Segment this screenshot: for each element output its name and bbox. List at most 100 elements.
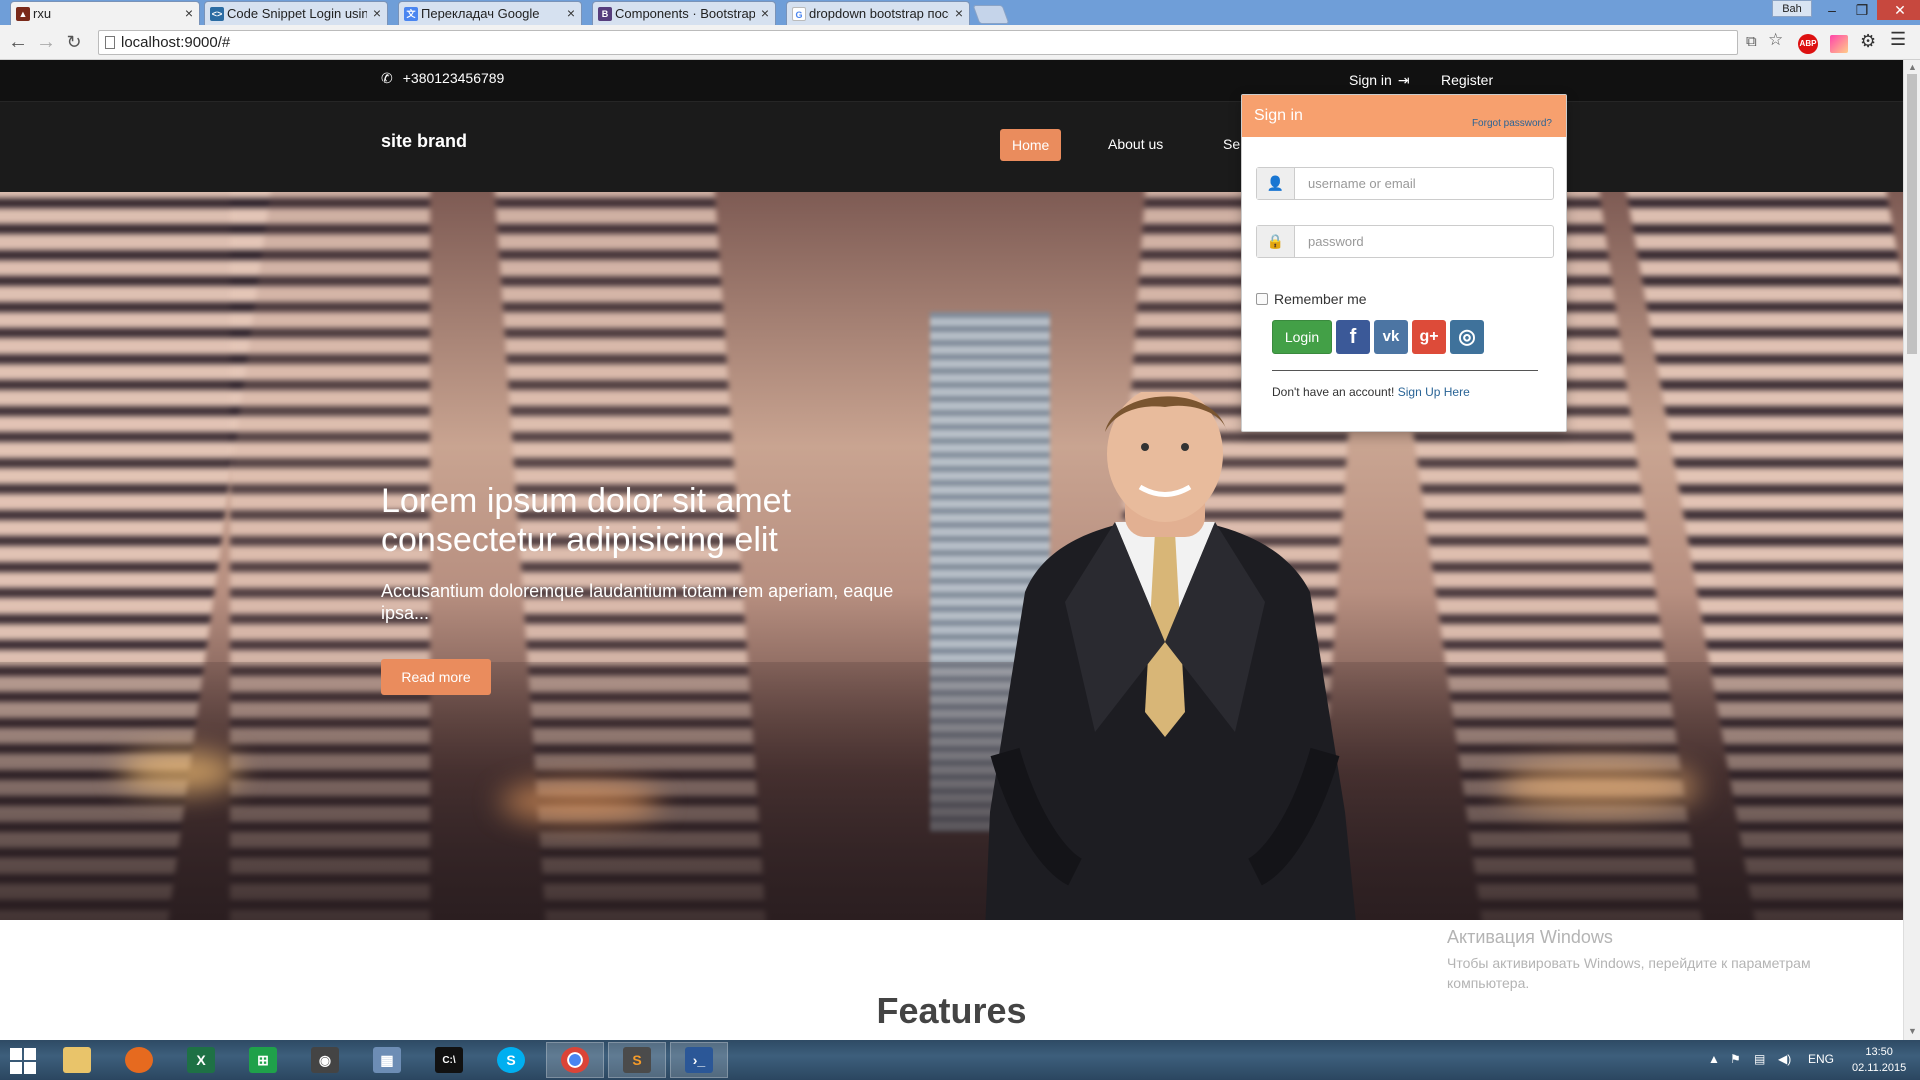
- tab-strip: ▲ rxu × <> Code Snippet Login using × 文 …: [0, 0, 1920, 25]
- tab-code-snippet[interactable]: <> Code Snippet Login using ×: [204, 1, 388, 25]
- signin-label: Sign in: [1349, 72, 1392, 88]
- top-contact-bar: ✆ +380123456789 Sign in ⇥ Register: [0, 60, 1903, 101]
- signin-dropdown-header: Sign in Forgot password?: [1242, 95, 1566, 137]
- scroll-up-icon[interactable]: ▲: [1908, 62, 1917, 72]
- username-input-group: 👤: [1256, 167, 1554, 200]
- tab-bootstrap[interactable]: B Components · Bootstrap ×: [592, 1, 776, 25]
- user-icon: 👤: [1257, 168, 1295, 199]
- close-tab-icon[interactable]: ×: [761, 2, 769, 25]
- scrollbar-thumb[interactable]: [1907, 74, 1917, 354]
- forward-arrow-icon[interactable]: →: [34, 30, 58, 54]
- network-icon[interactable]: ▤: [1754, 1052, 1765, 1066]
- tray-expand-icon[interactable]: ▲: [1708, 1052, 1720, 1066]
- tab-google-translate[interactable]: 文 Перекладач Google ×: [398, 1, 582, 25]
- remember-me[interactable]: Remember me: [1256, 291, 1367, 307]
- flag-icon[interactable]: ⚑: [1730, 1052, 1741, 1066]
- gear-icon[interactable]: ⚙: [1860, 31, 1876, 52]
- hero-subtitle: Accusantium doloremque laudantium totam …: [381, 581, 894, 623]
- address-url[interactable]: localhost:9000/#: [121, 31, 230, 55]
- phone-number: +380123456789: [402, 70, 505, 86]
- bookmark-star-icon[interactable]: ☆: [1768, 30, 1783, 50]
- chrome-icon[interactable]: [546, 1042, 604, 1078]
- light-glow: [500, 782, 660, 822]
- close-window-icon[interactable]: ✕: [1877, 0, 1920, 20]
- tab-title: Перекладач Google: [421, 6, 540, 21]
- register-link[interactable]: Register: [1441, 72, 1493, 88]
- excel-icon[interactable]: X: [172, 1042, 230, 1078]
- google-plus-icon[interactable]: g+: [1412, 320, 1446, 354]
- remember-me-label: Remember me: [1274, 291, 1367, 307]
- vk-icon[interactable]: vk: [1374, 320, 1408, 354]
- sublime-text-icon[interactable]: S: [608, 1042, 666, 1078]
- signin-dropdown: Sign in Forgot password? 👤 🔒 Remember me…: [1241, 94, 1567, 432]
- extension-icon[interactable]: [1830, 35, 1848, 53]
- signin-dropdown-title: Sign in: [1254, 107, 1303, 124]
- signup-link[interactable]: Sign Up Here: [1398, 385, 1470, 399]
- light-glow: [120, 752, 240, 792]
- store-icon[interactable]: ⊞: [234, 1042, 292, 1078]
- back-arrow-icon[interactable]: ←: [6, 30, 30, 54]
- clock-time: 13:50: [1865, 1046, 1893, 1058]
- reload-icon[interactable]: ↻: [62, 30, 86, 54]
- nav-home[interactable]: Home: [1000, 129, 1062, 161]
- adblock-icon[interactable]: ABP: [1798, 34, 1818, 54]
- forgot-password-link[interactable]: Forgot password?: [1472, 118, 1552, 129]
- page-scrollbar[interactable]: ▲ ▼: [1903, 60, 1920, 1040]
- camera-icon[interactable]: ◉: [296, 1042, 354, 1078]
- password-input[interactable]: [1296, 226, 1551, 257]
- file-explorer-icon[interactable]: [48, 1042, 106, 1078]
- tab-title: Components · Bootstrap: [615, 6, 755, 21]
- new-tab-button[interactable]: [972, 5, 1010, 24]
- google-translate-favicon: 文: [404, 7, 418, 21]
- restore-icon[interactable]: ❐: [1847, 0, 1877, 20]
- volume-icon[interactable]: ◀): [1778, 1052, 1791, 1066]
- translate-icon[interactable]: ⧉: [1746, 33, 1757, 50]
- read-more-button[interactable]: Read more: [381, 659, 491, 695]
- phone-contact: ✆ +380123456789: [381, 70, 504, 87]
- close-tab-icon[interactable]: ×: [955, 2, 963, 25]
- windows-activation-text: Чтобы активировать Windows, перейдите к …: [1447, 955, 1811, 991]
- tab-rxu[interactable]: ▲ rxu ×: [10, 1, 200, 25]
- skype-icon[interactable]: S: [482, 1042, 540, 1078]
- address-bar[interactable]: localhost:9000/#: [98, 30, 1738, 55]
- phone-icon: ✆: [381, 70, 393, 86]
- lock-icon: 🔒: [1257, 226, 1295, 257]
- site-brand[interactable]: site brand: [381, 131, 467, 152]
- minimize-icon[interactable]: –: [1817, 0, 1847, 20]
- login-button[interactable]: Login: [1272, 320, 1332, 354]
- code-snippet-favicon: <>: [210, 7, 224, 21]
- features-heading: Features: [876, 990, 1027, 1031]
- close-tab-icon[interactable]: ×: [567, 2, 575, 25]
- page-viewport: ✆ +380123456789 Sign in ⇥ Register site br…: [0, 60, 1903, 1040]
- no-account-label: Don't have an account!: [1272, 385, 1395, 399]
- windows-start-icon[interactable]: [10, 1048, 36, 1074]
- signin-icon: ⇥: [1397, 72, 1410, 88]
- rxu-favicon: ▲: [16, 7, 30, 21]
- close-tab-icon[interactable]: ×: [373, 2, 381, 25]
- clock[interactable]: 13:50 02.11.2015: [1852, 1044, 1906, 1076]
- scroll-down-icon[interactable]: ▼: [1908, 1026, 1917, 1036]
- hero-title: Lorem ipsum dolor sit amet consectetur a…: [381, 482, 792, 559]
- nav-about-us[interactable]: About us: [1108, 136, 1163, 152]
- language-indicator[interactable]: ENG: [1808, 1052, 1834, 1066]
- calculator-icon[interactable]: ▦: [358, 1042, 416, 1078]
- menu-icon[interactable]: ☰: [1890, 29, 1906, 50]
- facebook-icon[interactable]: f: [1336, 320, 1370, 354]
- instagram-icon[interactable]: ◎: [1450, 320, 1484, 354]
- bootstrap-favicon: B: [598, 7, 612, 21]
- browser-user-badge[interactable]: Bah: [1772, 0, 1812, 17]
- nav-services[interactable]: Se: [1223, 136, 1240, 152]
- remember-me-checkbox[interactable]: [1256, 293, 1268, 305]
- firefox-icon[interactable]: [110, 1042, 168, 1078]
- businessman-image: [985, 392, 1356, 920]
- windows-taskbar: X ⊞ ◉ ▦ C:\ S S ›_ ▲ ⚑ ▤ ◀) ENG 13:50 02…: [0, 1040, 1920, 1080]
- password-input-group: 🔒: [1256, 225, 1554, 258]
- username-input[interactable]: [1296, 168, 1551, 199]
- divider: [1272, 370, 1538, 371]
- signin-toggle[interactable]: Sign in ⇥: [1349, 72, 1410, 89]
- close-tab-icon[interactable]: ×: [185, 2, 193, 25]
- tab-google-search[interactable]: G dropdown bootstrap посе ×: [786, 1, 970, 25]
- cmd-icon[interactable]: C:\: [420, 1042, 478, 1078]
- tab-title: Code Snippet Login using: [227, 6, 367, 21]
- powershell-icon[interactable]: ›_: [670, 1042, 728, 1078]
